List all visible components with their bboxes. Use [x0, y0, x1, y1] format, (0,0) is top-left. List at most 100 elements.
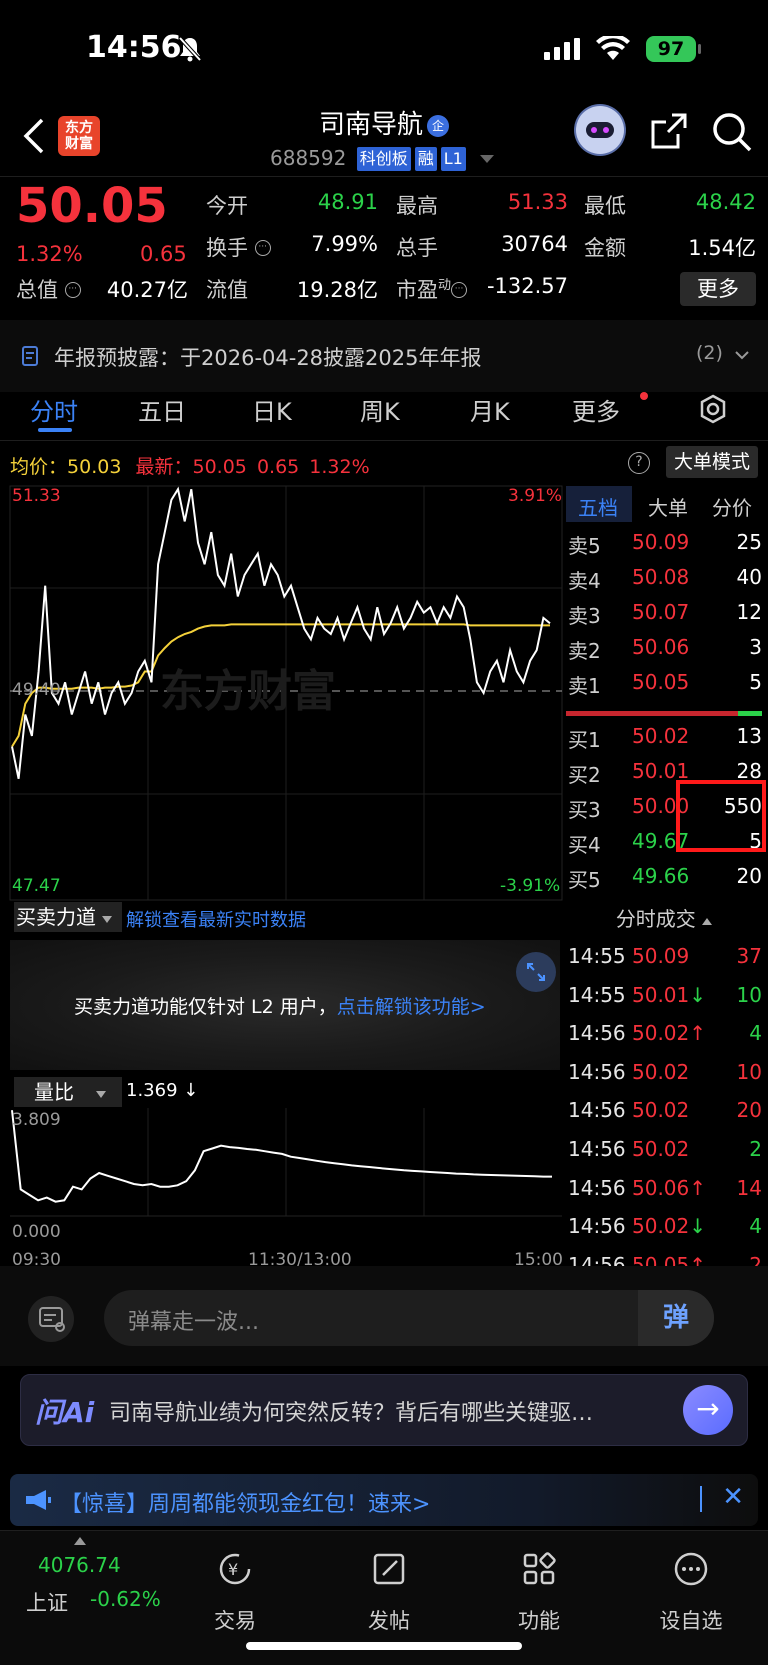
ask-row[interactable]: 卖2 50.06 3 [566, 635, 762, 667]
orderbook-tabs: 五档 大单 分价 [566, 486, 768, 526]
ai-go-button[interactable]: → [683, 1385, 733, 1435]
help-icon[interactable]: ? [628, 452, 650, 474]
notice-text: 年报预披露：于2026-04-28披露2025年年报 [54, 346, 482, 370]
expand-icon[interactable] [516, 952, 556, 992]
ai-question-bar[interactable]: 问Ai 司南导航业绩为何突然反转？背后有哪些关键驱… → [20, 1374, 748, 1446]
settings-icon[interactable] [698, 394, 728, 424]
arrow-down-icon: ↓ [689, 982, 707, 1007]
avg-price-line: 均价：50.03 最新：50.05 0.65 1.32% [10, 452, 370, 479]
open-label: 今开 [206, 194, 248, 218]
amount-value: 1.54亿 [688, 236, 756, 260]
turnover-label[interactable]: 换手 ··· [206, 232, 271, 262]
volume-ratio-chart[interactable] [0, 1108, 564, 1218]
volume-value: 30764 [501, 232, 568, 256]
danmaku-toggle-button[interactable]: 弹 [638, 1290, 714, 1346]
ask-row[interactable]: 卖3 50.07 12 [566, 600, 762, 632]
tick-volume: 4 [749, 1214, 762, 1239]
ask-volume: 5 [749, 670, 762, 694]
info-icon: ··· [254, 240, 271, 256]
promo-banner[interactable]: 【惊喜】周周都能领现金红包！速来> ✕ [10, 1474, 758, 1526]
more-fields-button[interactable]: 更多 [680, 272, 756, 306]
ask-row[interactable]: 卖4 50.08 40 [566, 565, 762, 597]
ratio-selector[interactable]: 量比 [14, 1077, 122, 1107]
stock-subtitle[interactable]: 688592 科创板融 L1 [270, 146, 495, 171]
tick-time: 14:55 [568, 982, 626, 1007]
y-top-pct-label: 3.91% [508, 486, 563, 506]
y-top-label: 51.33 [12, 486, 61, 506]
ticks-title[interactable]: 分时成交 [566, 903, 762, 932]
ask-price: 50.08 [632, 565, 690, 589]
ratio-bottom-label: 0.000 [12, 1222, 61, 1242]
status-time: 14:56 [86, 30, 182, 65]
nav-functions[interactable]: 功能 [484, 1551, 594, 1633]
close-icon[interactable]: ✕ [722, 1482, 744, 1512]
tag-level: L1 [440, 147, 466, 171]
megaphone-icon [26, 1490, 51, 1510]
tick-price: 50.02 [632, 1059, 690, 1084]
arrow-up-icon: ↑ [689, 1021, 707, 1046]
tag-margin: 融 [414, 147, 437, 171]
stock-name: 司南导航 [318, 110, 423, 140]
ask-label: 卖2 [568, 639, 601, 663]
y-bottom-pct-label: -3.91% [500, 876, 561, 896]
ask-row[interactable]: 卖1 50.05 5 [566, 670, 762, 702]
tick-volume: 37 [736, 944, 762, 968]
more-circle-icon [674, 1552, 708, 1586]
tab-big-orders[interactable]: 大单 [648, 492, 688, 521]
power-unlock-link[interactable]: 点击解锁该功能> [337, 996, 486, 1018]
power-selector[interactable]: 买卖力道 [14, 902, 122, 932]
tab-intraday[interactable]: 分时 [30, 392, 78, 427]
open-value: 48.91 [317, 190, 378, 214]
float-label: 流值 [206, 278, 248, 302]
caret-up-icon [702, 918, 713, 925]
danmaku-settings-icon[interactable] [28, 1296, 74, 1342]
power-locked-panel: 买卖力道功能仅针对 L2 用户，点击解锁该功能> [10, 940, 560, 1070]
tab-five-day[interactable]: 五日 [138, 392, 186, 427]
intraday-price-chart[interactable]: 东方财富 [0, 484, 564, 904]
tab-daily-k[interactable]: 日K [252, 392, 292, 427]
tab-five-levels[interactable]: 五档 [578, 492, 618, 521]
big-order-mode-button[interactable]: 大单模式 [666, 446, 758, 478]
notice-bar[interactable]: 年报预披露：于2026-04-28披露2025年年报 (2) [0, 320, 768, 392]
danmaku-input[interactable]: 弹幕走一波... 弹 [104, 1290, 714, 1346]
nav-post[interactable]: 发帖 [334, 1551, 444, 1633]
tick-time: 14:56 [568, 1059, 626, 1084]
tab-more[interactable]: 更多 [572, 392, 620, 427]
bid-row[interactable]: 买5 49.66 20 [566, 864, 762, 896]
tab-monthly-k[interactable]: 月K [470, 392, 510, 427]
nav-trade[interactable]: ¥ 交易 [180, 1551, 290, 1633]
ask-volume: 12 [736, 600, 762, 624]
bid-label: 买3 [568, 798, 601, 822]
ask-label: 卖5 [568, 534, 601, 558]
ask-row[interactable]: 卖5 50.09 25 [566, 530, 762, 562]
last-price: 50.05 [16, 178, 168, 234]
tab-weekly-k[interactable]: 周K [360, 392, 400, 427]
last-value: 50.05 [192, 456, 247, 478]
tick-volume: 10 [736, 1059, 762, 1084]
tag-star-market: 科创板 [356, 147, 411, 171]
tick-price: 50.02 [632, 1098, 690, 1123]
tick-price: 50.02↓ [632, 1214, 707, 1239]
promo-text: 【惊喜】周周都能领现金红包！速来> [60, 1492, 431, 1517]
index-value: 4076.74 [38, 1553, 121, 1577]
unlock-realtime-link[interactable]: 解锁查看最新实时数据 [126, 906, 306, 932]
last-percent: 1.32% [309, 456, 370, 478]
pe-label[interactable]: 市盈动 ··· [396, 274, 468, 304]
tab-price-dist[interactable]: 分价 [712, 492, 752, 521]
robot-icon [576, 106, 624, 154]
nav-watchlist[interactable]: 设自选 [636, 1551, 746, 1633]
tick-row: 14:56 50.02 10 [566, 1060, 762, 1092]
bid-label: 买2 [568, 763, 601, 787]
search-icon[interactable] [712, 112, 752, 152]
bid-row[interactable]: 买1 50.02 13 [566, 724, 762, 756]
tick-price: 50.09 [632, 944, 690, 968]
bid-label: 买1 [568, 728, 601, 752]
assistant-avatar[interactable] [574, 104, 626, 156]
tab-underline [38, 428, 72, 432]
share-icon[interactable] [650, 112, 688, 150]
high-label: 最高 [396, 194, 438, 218]
pe-value: -132.57 [486, 274, 568, 298]
mktcap-label[interactable]: 总值 ··· [16, 274, 81, 304]
bell-muted-icon [178, 36, 202, 62]
high-value: 51.33 [507, 190, 568, 214]
